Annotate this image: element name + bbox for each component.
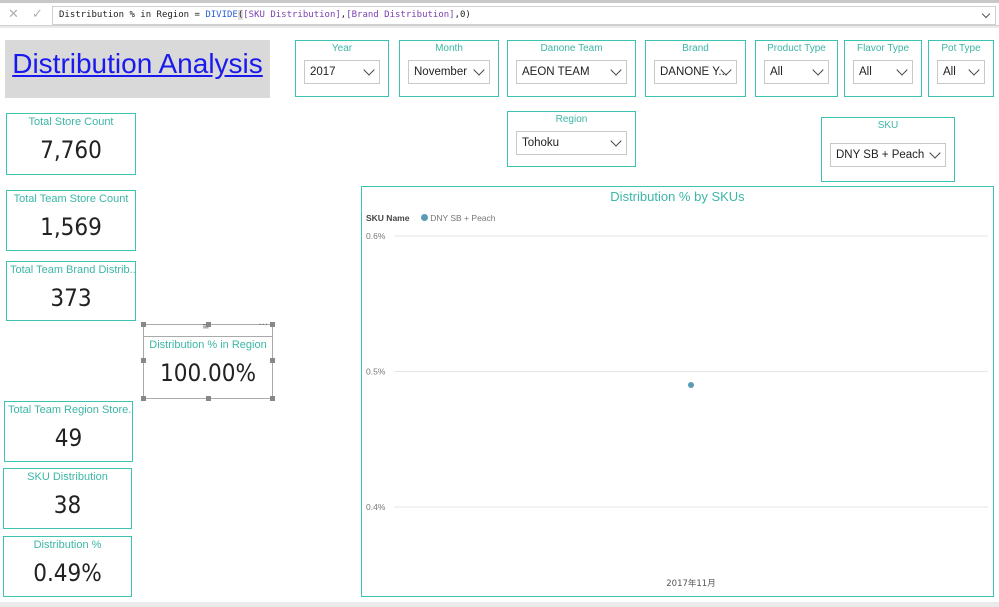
card-label: Total Team Brand Distrib... bbox=[10, 264, 135, 276]
slicer-pot-type: Pot Type All bbox=[928, 40, 994, 97]
formula-function: DIVIDE bbox=[205, 10, 238, 20]
resize-handle[interactable] bbox=[141, 358, 146, 363]
chevron-down-icon bbox=[896, 64, 908, 76]
slicer-dropdown[interactable]: All bbox=[853, 60, 913, 84]
slicer-dropdown[interactable]: 2017 bbox=[304, 60, 380, 84]
slicer-value: AEON TEAM bbox=[522, 66, 590, 78]
slicer-label: Month bbox=[435, 43, 463, 54]
x-tick-label: 2017年11月 bbox=[666, 578, 715, 589]
slicer-dropdown[interactable]: November bbox=[408, 60, 490, 84]
slicer-year: Year 2017 bbox=[295, 40, 389, 97]
slicer-danone-team: Danone Team AEON TEAM bbox=[507, 40, 636, 97]
slicer-dropdown[interactable]: AEON TEAM bbox=[516, 60, 627, 84]
slicer-value: All bbox=[770, 66, 783, 78]
card-label: Distribution % bbox=[33, 539, 102, 551]
slicer-label: Product Type bbox=[767, 43, 826, 54]
page-title[interactable]: Distribution Analysis bbox=[5, 48, 270, 80]
resize-handle[interactable] bbox=[141, 396, 146, 401]
slicer-region: Region Tohoku bbox=[507, 111, 636, 167]
slicer-label: Danone Team bbox=[540, 43, 603, 54]
slicer-dropdown[interactable]: DNY SB + Peach bbox=[830, 143, 946, 167]
formula-bar: ✕ ✓ Distribution % in Region = DIVIDE([S… bbox=[0, 0, 999, 26]
slicer-label: Year bbox=[331, 43, 353, 54]
slicer-value: All bbox=[943, 66, 956, 78]
y-tick-label: 0.6% bbox=[366, 231, 386, 241]
slicer-label: Region bbox=[555, 114, 588, 125]
x-icon[interactable]: ✕ bbox=[8, 7, 19, 22]
card-label: Total Team Store Count bbox=[13, 193, 129, 205]
card-0[interactable]: Total Store Count 7,760 bbox=[6, 113, 136, 175]
chevron-down-icon bbox=[610, 135, 622, 147]
slicer-value: All bbox=[859, 66, 872, 78]
slicer-value: 2017 bbox=[310, 66, 336, 78]
slicer-month: Month November bbox=[399, 40, 499, 97]
slicer-label: Flavor Type bbox=[856, 43, 910, 54]
slicer-label: Pot Type bbox=[941, 43, 981, 54]
chevron-down-icon bbox=[363, 64, 375, 76]
check-icon[interactable]: ✓ bbox=[32, 7, 43, 22]
title-box: Distribution Analysis bbox=[5, 40, 270, 98]
card-value: 49 bbox=[54, 424, 83, 452]
resize-handle[interactable] bbox=[270, 322, 275, 327]
card-value: 373 bbox=[50, 284, 92, 312]
slicer-value: Tohoku bbox=[522, 137, 560, 149]
card-label: Total Team Region Store... bbox=[8, 404, 132, 416]
formula-arg1: [SKU Distribution] bbox=[243, 10, 341, 20]
resize-handle[interactable] bbox=[206, 322, 211, 327]
slicer-dropdown[interactable]: DANONE Y... bbox=[654, 60, 737, 84]
formula-tail: ,0) bbox=[454, 10, 471, 20]
resize-handle[interactable] bbox=[206, 396, 211, 401]
slicer-dropdown[interactable]: All bbox=[937, 60, 985, 84]
chevron-down-icon bbox=[610, 64, 622, 76]
formula-arg2: [Brand Distribution] bbox=[346, 10, 455, 20]
more-options-icon[interactable]: ··· bbox=[258, 320, 268, 331]
card-value: 100.00% bbox=[159, 359, 257, 387]
card-6[interactable]: Distribution % 0.49% bbox=[3, 536, 132, 597]
chart-distribution-by-skus: Distribution % by SKUs SKU Name DNY SB +… bbox=[361, 186, 994, 597]
card-value: 7,760 bbox=[40, 136, 102, 164]
card-5[interactable]: SKU Distribution 38 bbox=[3, 468, 132, 529]
card-1[interactable]: Total Team Store Count 1,569 bbox=[6, 190, 136, 251]
formula-input[interactable]: Distribution % in Region = DIVIDE([SKU D… bbox=[52, 6, 996, 25]
card-label: SKU Distribution bbox=[27, 471, 108, 483]
card-3[interactable]: Distribution % in Region 100.00% bbox=[143, 336, 273, 399]
card-label: Total Store Count bbox=[28, 116, 114, 128]
slicer-brand: Brand DANONE Y... bbox=[645, 40, 746, 97]
y-tick-label: 0.4% bbox=[366, 502, 386, 512]
slicer-sku: SKU DNY SB + Peach bbox=[821, 117, 955, 182]
resize-handle[interactable] bbox=[270, 396, 275, 401]
slicer-flavor-type: Flavor Type All bbox=[844, 40, 922, 97]
resize-handle[interactable] bbox=[141, 322, 146, 327]
slicer-value: November bbox=[414, 66, 468, 78]
slicer-label: Brand bbox=[682, 43, 709, 54]
y-tick-label: 0.5% bbox=[366, 367, 386, 377]
card-value: 0.49% bbox=[33, 559, 102, 587]
card-2[interactable]: Total Team Brand Distrib... 373 bbox=[6, 261, 136, 321]
chart-plot: 0.6% 0.5% 0.4% 2017年11月 bbox=[366, 231, 988, 589]
slicer-dropdown[interactable]: All bbox=[764, 60, 829, 84]
chevron-down-icon bbox=[812, 64, 824, 76]
slicer-label: SKU bbox=[877, 120, 899, 131]
expand-chevron-icon[interactable] bbox=[981, 9, 991, 19]
card-label: Distribution % in Region bbox=[149, 339, 267, 351]
chevron-down-icon bbox=[968, 64, 980, 76]
card-4[interactable]: Total Team Region Store... 49 bbox=[4, 401, 133, 462]
formula-measure: Distribution % in Region = bbox=[59, 10, 206, 20]
slicer-product-type: Product Type All bbox=[755, 40, 838, 97]
data-point[interactable] bbox=[688, 382, 694, 389]
card-value: 38 bbox=[53, 491, 82, 519]
card-value: 1,569 bbox=[40, 213, 102, 241]
resize-handle[interactable] bbox=[270, 358, 275, 363]
chevron-down-icon bbox=[473, 64, 485, 76]
chevron-down-icon bbox=[929, 147, 941, 159]
slicer-dropdown[interactable]: Tohoku bbox=[516, 131, 627, 155]
slicer-value: DNY SB + Peach bbox=[836, 149, 925, 161]
slicer-value: DANONE Y... bbox=[660, 66, 728, 78]
